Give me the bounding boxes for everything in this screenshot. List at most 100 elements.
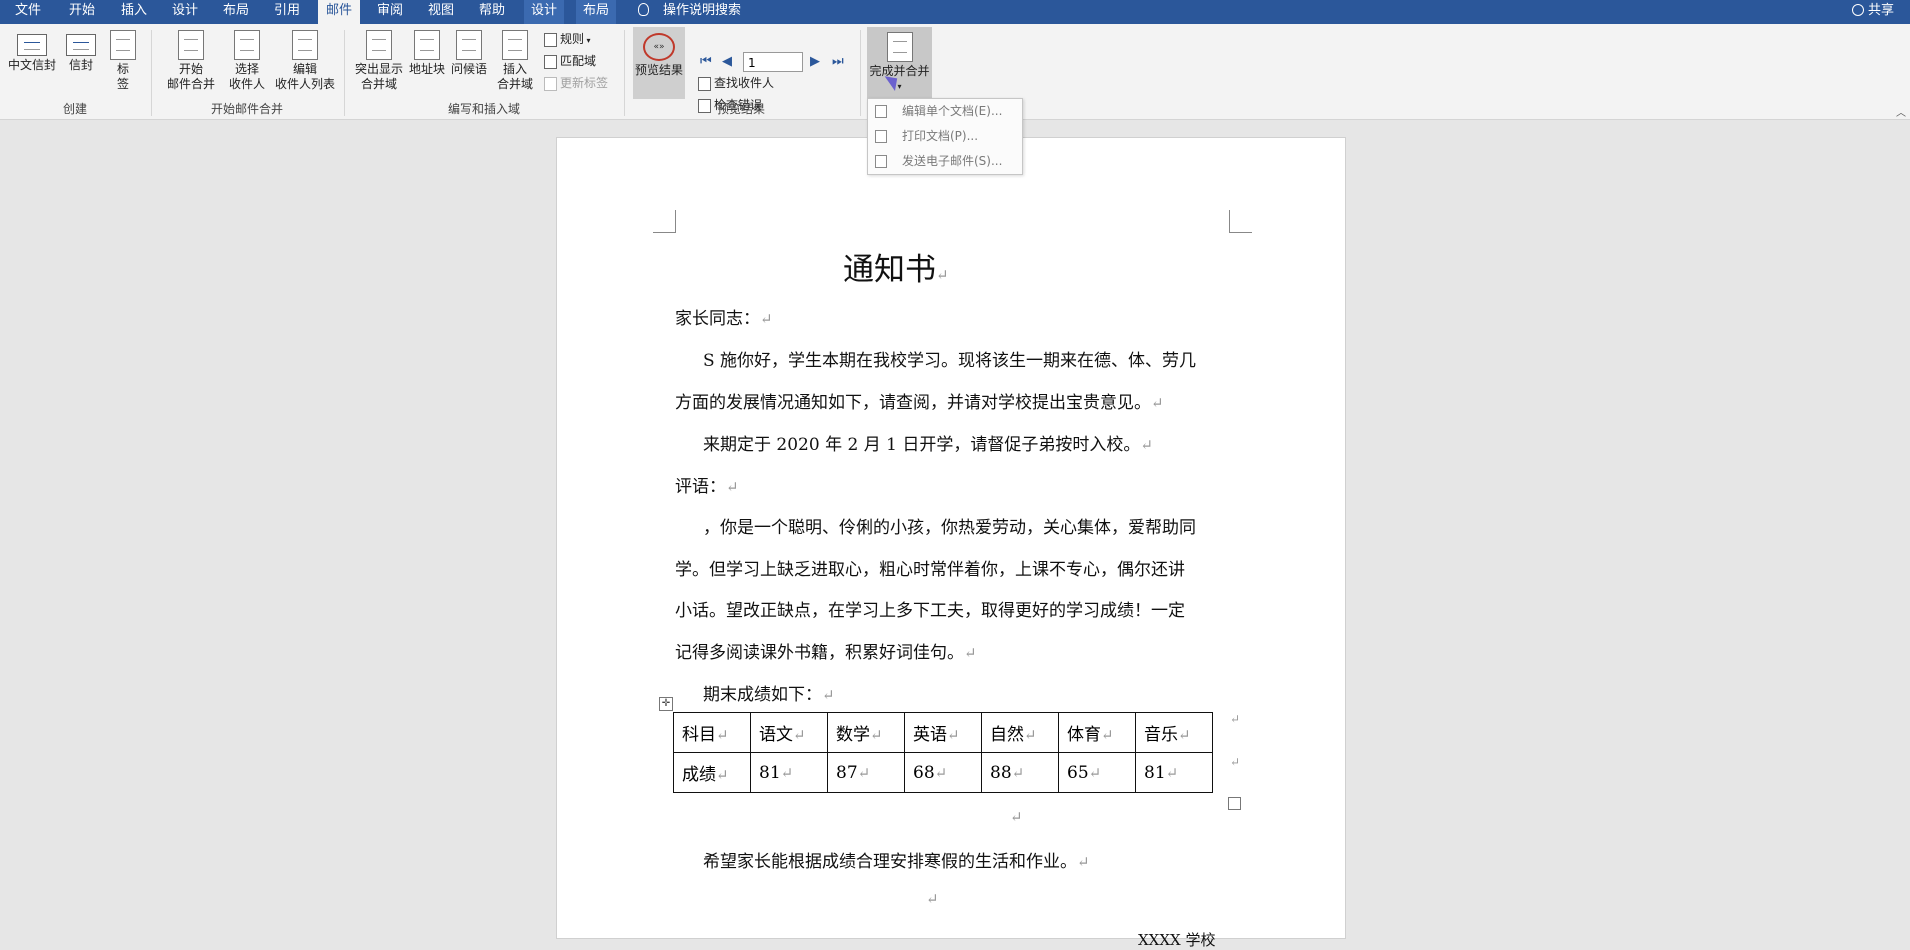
update-labels-button[interactable]: 更新标签: [544, 73, 608, 93]
tab-view[interactable]: 视图: [421, 0, 461, 24]
finish-and-merge-button[interactable]: 完成并合并 ▾: [867, 27, 932, 99]
select-recipients-label-1: 选择: [234, 62, 259, 76]
salutation[interactable]: 家长同志：↵: [675, 304, 773, 329]
last-record-icon[interactable]: ⏭: [832, 55, 844, 69]
table-cell[interactable]: 语文↵: [750, 712, 828, 753]
find-recipient-icon: [698, 76, 711, 91]
cell-mark: ↵: [934, 763, 948, 782]
tab-table-design[interactable]: 设计: [524, 0, 564, 24]
table-cell[interactable]: 65↵: [1058, 752, 1136, 793]
comment-line-1[interactable]: ，你是一个聪明、伶俐的小孩，你热爱劳动，关心集体，爱帮助同: [703, 513, 1196, 538]
table-cell[interactable]: 自然↵: [981, 712, 1059, 753]
comment-label[interactable]: 评语：↵: [675, 472, 739, 497]
print-documents-item[interactable]: 打印文档(P)...: [868, 124, 1022, 149]
highlight-label-1: 突出显示: [354, 62, 403, 76]
find-recipient-button[interactable]: 查找收件人: [698, 73, 774, 93]
match-fields-button[interactable]: 匹配域: [544, 51, 596, 71]
comment-line-3[interactable]: 小话。望改正缺点，在学习上多下工夫，取得更好的学习成绩！一定: [675, 596, 1185, 621]
paragraph-mark: ↵: [760, 310, 773, 328]
empty-paragraph-mark: ↵: [1010, 808, 1023, 826]
chinese-envelope-button[interactable]: 中文信封: [6, 34, 58, 73]
greeting-icon: [456, 30, 482, 60]
preview-results-button[interactable]: «» 预览结果: [633, 27, 685, 99]
first-record-icon[interactable]: ⏮: [700, 55, 712, 69]
group-label-write-insert: 编写和插入域: [447, 102, 520, 116]
tab-review[interactable]: 审阅: [370, 0, 410, 24]
highlight-merge-fields-button[interactable]: 突出显示 合并域: [352, 30, 406, 92]
edit-list-label-2: 收件人列表: [274, 77, 335, 91]
envelope-label: 信封: [68, 58, 93, 72]
paragraph-1-line-1[interactable]: S 施你好，学生本期在我校学习。现将该生一期来在德、体、劳几: [703, 346, 1196, 371]
edit-individual-documents-item[interactable]: 编辑单个文档(E)...: [868, 99, 1022, 124]
tab-table-layout[interactable]: 布局: [576, 0, 616, 24]
start-merge-label-2: 邮件合并: [166, 77, 215, 91]
address-block-button[interactable]: 地址块: [408, 30, 446, 77]
table-cell[interactable]: 数学↵: [827, 712, 905, 753]
collapse-ribbon-icon[interactable]: ︿: [1896, 104, 1906, 119]
tab-layout[interactable]: 布局: [216, 0, 256, 24]
group-label-preview: 预览结果: [716, 102, 765, 116]
document-title[interactable]: 通知书↵: [843, 244, 949, 289]
previous-record-icon[interactable]: ◀: [722, 55, 732, 69]
greeting-line-button[interactable]: 问候语: [448, 30, 490, 77]
envelope-button[interactable]: 信封: [64, 34, 98, 73]
group-divider: [624, 30, 625, 116]
start-mail-merge-button[interactable]: 开始 邮件合并: [160, 30, 222, 92]
scores-intro[interactable]: 期末成绩如下：↵: [703, 680, 835, 705]
table-resize-handle-icon[interactable]: [1228, 797, 1241, 810]
table-move-handle-icon[interactable]: ✛: [659, 697, 673, 711]
tab-insert[interactable]: 插入: [114, 0, 154, 24]
cell-mark: ↵: [1101, 726, 1114, 744]
address-block-label: 地址块: [408, 62, 445, 76]
table-cell[interactable]: 体育↵: [1058, 712, 1136, 753]
table-cell[interactable]: 科目↵: [673, 712, 751, 753]
school-signature[interactable]: XXXX 学校: [1138, 929, 1215, 950]
closing-paragraph[interactable]: 希望家长能根据成绩合理安排寒假的生活和作业。↵: [703, 847, 1090, 872]
cell-mark: ↵: [1011, 763, 1025, 782]
insert-field-label-2: 合并域: [496, 77, 533, 91]
select-recipients-button[interactable]: 选择 收件人: [224, 30, 270, 92]
match-fields-label: 匹配域: [560, 54, 597, 68]
tab-file[interactable]: 文件: [8, 0, 48, 24]
share-button[interactable]: 共享: [1850, 0, 1906, 24]
paragraph-mark: ↵: [964, 644, 977, 662]
table-cell[interactable]: 68↵: [904, 752, 982, 793]
comment-line-2[interactable]: 学。但学习上缺乏进取心，粗心时常伴着你，上课不专心，偶尔还讲: [675, 555, 1185, 580]
send-email-messages-item[interactable]: 发送电子邮件(S)...: [868, 149, 1022, 174]
labels-label-1: 标: [116, 62, 129, 76]
row-end-mark: ↵: [1230, 755, 1241, 769]
table-cell[interactable]: 音乐↵: [1135, 712, 1213, 753]
next-record-icon[interactable]: ▶: [810, 55, 820, 69]
menu-item-label: 发送电子邮件(S)...: [902, 154, 1003, 168]
find-recipient-label: 查找收件人: [714, 76, 775, 90]
tab-home[interactable]: 开始: [62, 0, 102, 24]
person-icon: [1852, 4, 1864, 16]
edit-recipient-list-button[interactable]: 编辑 收件人列表: [272, 30, 338, 92]
table-cell[interactable]: 87↵: [827, 752, 905, 793]
greeting-label: 问候语: [450, 62, 487, 76]
comment-line-4[interactable]: 记得多阅读课外书籍，积累好词佳句。↵: [675, 638, 977, 663]
table-cell[interactable]: 81↵: [1135, 752, 1213, 793]
table-cell[interactable]: 成绩↵: [673, 752, 751, 793]
ribbon-tab-bar: 文件 开始 插入 设计 布局 引用 邮件 审阅 视图 帮助 设计 布局 操作说明…: [0, 0, 1910, 24]
tab-references[interactable]: 引用: [267, 0, 307, 24]
labels-button[interactable]: 标 签: [106, 30, 140, 92]
rules-button[interactable]: 规则 ▾: [544, 29, 591, 51]
tab-mailings[interactable]: 邮件: [318, 0, 360, 24]
preview-results-label: 预览结果: [634, 63, 683, 77]
table-cell[interactable]: 88↵: [981, 752, 1059, 793]
record-number-input[interactable]: 1: [743, 52, 803, 72]
paragraph-2[interactable]: 来期定于 2020 年 2 月 1 日开学，请督促子弟按时入校。↵: [703, 430, 1153, 455]
paragraph-1-line-2[interactable]: 方面的发展情况通知如下，请查阅，并请对学校提出宝贵意见。↵: [675, 388, 1164, 413]
cell-mark: ↵: [716, 726, 729, 744]
table-cell[interactable]: 英语↵: [904, 712, 982, 753]
highlight-fields-icon: [366, 30, 392, 60]
tab-help[interactable]: 帮助: [472, 0, 512, 24]
cell-mark: ↵: [1178, 726, 1191, 744]
edit-list-label-1: 编辑: [292, 62, 317, 76]
crop-mark: [1229, 210, 1252, 233]
table-cell[interactable]: 81↵: [750, 752, 828, 793]
finish-merge-label: 完成并合并: [869, 64, 930, 78]
tab-design[interactable]: 设计: [165, 0, 205, 24]
insert-merge-field-button[interactable]: 插入 合并域: [492, 30, 538, 92]
